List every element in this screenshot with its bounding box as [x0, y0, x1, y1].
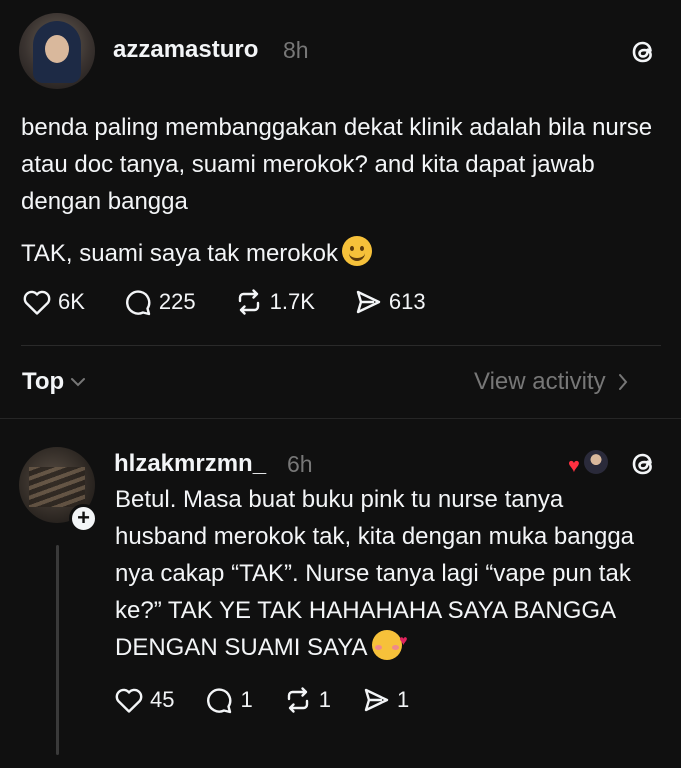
repost-button[interactable]: 1.7K — [234, 288, 315, 316]
post-author-avatar[interactable] — [19, 13, 95, 89]
liked-by-author-indicator: ♥ — [568, 448, 612, 478]
repost-count: 1.7K — [269, 289, 315, 314]
post-timestamp: 8h — [283, 37, 309, 63]
sort-dropdown[interactable]: Top — [22, 368, 86, 396]
repost-button[interactable]: 1 — [283, 686, 331, 714]
share-count: 613 — [388, 289, 426, 314]
threads-logo-icon[interactable] — [628, 449, 658, 479]
comment-button[interactable]: 1 — [204, 686, 253, 714]
comment-bubble-icon — [207, 688, 232, 714]
share-count: 1 — [396, 687, 410, 712]
repost-icon — [238, 289, 259, 315]
comment-count: 225 — [158, 289, 196, 314]
thread-line — [56, 545, 59, 755]
send-icon — [356, 290, 381, 314]
sort-label: Top — [22, 368, 65, 395]
heart-icon — [23, 290, 51, 315]
like-button[interactable]: 45 — [114, 686, 174, 714]
post-body-text: benda paling membanggakan dekat klinik a… — [21, 114, 653, 215]
comment-count: 1 — [240, 687, 253, 712]
post-actions: 6K 225 1.7K 613 — [22, 288, 464, 316]
follow-plus-button[interactable]: + — [69, 504, 98, 533]
comment-bubble-icon — [125, 290, 151, 316]
repost-icon — [287, 687, 308, 713]
reply-actions: 45 1 1 1 — [114, 686, 439, 714]
avatar-figure — [29, 467, 85, 507]
post-body-line: TAK, suami saya tak merokok — [21, 240, 338, 267]
chevron-right-icon — [618, 374, 627, 390]
like-count: 45 — [150, 687, 175, 712]
share-button[interactable]: 1 — [361, 686, 409, 714]
reply-author-username[interactable]: hlzakmrzmn_ — [114, 450, 266, 478]
repost-count: 1 — [318, 687, 331, 712]
divider — [21, 345, 661, 346]
avatar-face — [45, 35, 69, 63]
share-button[interactable]: 613 — [353, 288, 426, 316]
like-count: 6K — [58, 289, 85, 314]
heart-icon: ♥ — [568, 455, 580, 477]
smiling-face-with-hearts-icon — [371, 622, 408, 660]
view-activity-link[interactable]: View activity — [474, 368, 628, 396]
chevron-down-icon — [71, 378, 86, 387]
avatar — [582, 448, 610, 476]
smiling-face-icon — [342, 236, 372, 266]
post-author-username[interactable]: azzamasturo — [113, 36, 258, 64]
reply-timestamp: 6h — [287, 451, 313, 477]
view-activity-label: View activity — [474, 368, 606, 395]
threads-logo-icon[interactable] — [628, 37, 658, 67]
like-button[interactable]: 6K — [22, 288, 85, 316]
section-divider — [0, 418, 681, 419]
reply-body-text: Betul. Masa buat buku pink tu nurse tany… — [115, 481, 655, 666]
comment-button[interactable]: 225 — [123, 288, 196, 316]
send-icon — [364, 688, 389, 712]
heart-icon — [115, 688, 143, 713]
post-body-text-2: TAK, suami saya tak merokok — [21, 235, 661, 272]
